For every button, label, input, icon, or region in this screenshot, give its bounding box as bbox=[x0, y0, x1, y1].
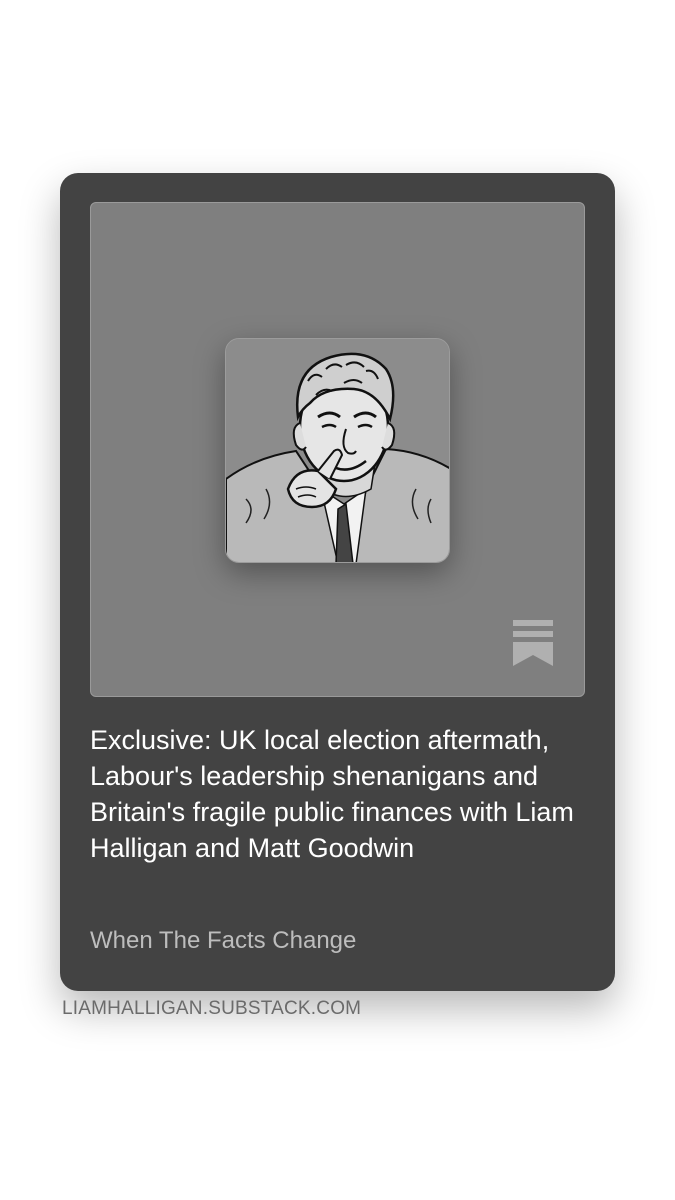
cover-image bbox=[90, 202, 585, 697]
source-domain[interactable]: LIAMHALLIGAN.SUBSTACK.COM bbox=[62, 998, 361, 1020]
link-preview-card[interactable]: Exclusive: UK local election aftermath, … bbox=[60, 173, 615, 991]
publication-avatar bbox=[225, 338, 450, 563]
portrait-sketch-icon bbox=[226, 339, 449, 562]
publication-name: When The Facts Change bbox=[90, 927, 357, 954]
substack-bookmark-icon bbox=[513, 620, 553, 666]
post-title[interactable]: Exclusive: UK local election aftermath, … bbox=[90, 722, 590, 866]
